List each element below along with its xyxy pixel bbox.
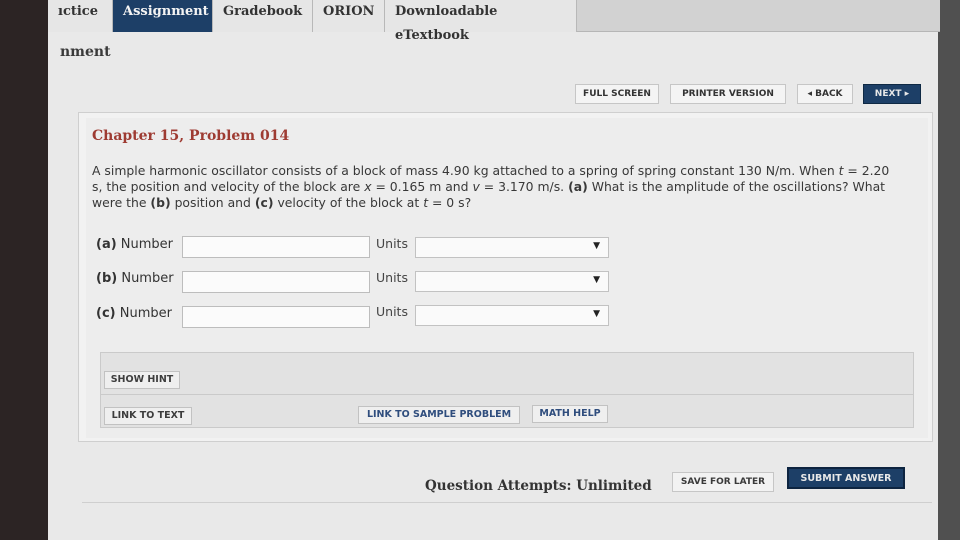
units-label-b: Units bbox=[376, 270, 408, 285]
back-button[interactable]: ◂ BACK bbox=[797, 84, 853, 104]
problem-text: A simple harmonic oscillator consists of… bbox=[92, 163, 890, 210]
math-help-button[interactable]: MATH HELP bbox=[532, 405, 608, 423]
caret-down-icon: ▼ bbox=[593, 275, 600, 285]
tab-orion[interactable]: ORION bbox=[313, 0, 385, 32]
row-a-label: (a) Number bbox=[96, 237, 174, 252]
link-to-text-button[interactable]: LINK TO TEXT bbox=[104, 407, 192, 425]
section-title: nment bbox=[60, 44, 111, 60]
footer-divider bbox=[82, 502, 932, 503]
tab-assignment[interactable]: Assignment bbox=[113, 0, 213, 32]
number-input-b[interactable] bbox=[182, 271, 370, 293]
units-select-a[interactable]: ▼ bbox=[415, 237, 609, 258]
tab-bar: ıctice Assignment Gradebook ORION Downlo… bbox=[48, 0, 940, 43]
full-screen-button[interactable]: FULL SCREEN bbox=[575, 84, 659, 104]
units-select-c[interactable]: ▼ bbox=[415, 305, 609, 326]
units-label-c: Units bbox=[376, 304, 408, 319]
caret-down-icon: ▼ bbox=[593, 241, 600, 251]
submit-answer-button[interactable]: SUBMIT ANSWER bbox=[787, 467, 905, 489]
printer-version-button[interactable]: PRINTER VERSION bbox=[670, 84, 786, 104]
tab-practice[interactable]: ıctice bbox=[48, 0, 113, 32]
tab-gradebook[interactable]: Gradebook bbox=[213, 0, 313, 32]
row-b-label: (b) Number bbox=[96, 271, 174, 286]
tab-downloadable-etextbook[interactable]: Downloadable eTextbook bbox=[385, 0, 577, 43]
number-input-a[interactable] bbox=[182, 236, 370, 258]
caret-down-icon: ▼ bbox=[593, 309, 600, 319]
problem-title: Chapter 15, Problem 014 bbox=[92, 128, 290, 144]
monitor-bezel-left bbox=[0, 0, 48, 540]
save-for-later-button[interactable]: SAVE FOR LATER bbox=[672, 472, 774, 492]
link-to-sample-problem-button[interactable]: LINK TO SAMPLE PROBLEM bbox=[358, 406, 520, 424]
next-button[interactable]: NEXT ▸ bbox=[863, 84, 921, 104]
show-hint-button[interactable]: SHOW HINT bbox=[104, 371, 180, 389]
question-attempts: Question Attempts: Unlimited bbox=[425, 478, 652, 494]
monitor-bezel-right bbox=[938, 0, 960, 540]
hint-divider bbox=[100, 394, 914, 395]
units-select-b[interactable]: ▼ bbox=[415, 271, 609, 292]
row-c-label: (c) Number bbox=[96, 306, 172, 321]
units-label-a: Units bbox=[376, 236, 408, 251]
number-input-c[interactable] bbox=[182, 306, 370, 328]
